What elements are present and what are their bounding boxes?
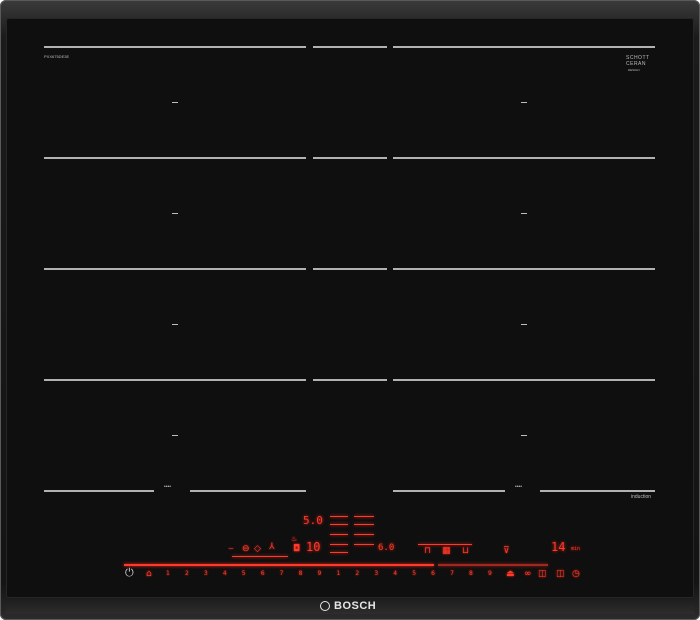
flex-marker-right: •••• [515,484,523,490]
boost-icon[interactable]: ◇ [254,544,261,554]
zone-line-left-1 [44,46,306,48]
slider-level-12[interactable]: 3 [374,570,378,577]
slider-level-16[interactable]: 7 [450,570,454,577]
timer-unit: min [571,546,581,552]
slider-level-4[interactable]: 4 [223,570,227,577]
slider-level-8[interactable]: 8 [299,570,303,577]
grill-icon[interactable]: ▦ [442,546,451,556]
ceramic-glass-surface: PXX675DE3E SCHOTT CERAN DESIGN •••• ••••… [6,18,694,598]
zone-line-left-4 [44,379,306,381]
keep-warm-icon[interactable]: ⊽ [503,546,510,556]
level-bar [330,544,348,545]
slider-level-1[interactable]: 1 [166,570,170,577]
zone-line-left-5a [44,490,154,492]
zone-line-right-1 [393,46,655,48]
slider-level-2[interactable]: 2 [185,570,189,577]
slider-level-3[interactable]: 3 [204,570,208,577]
zone-line-right-5b [540,490,655,492]
zone-center-mark [172,324,178,325]
clock-icon[interactable]: ◷ [572,569,580,579]
slider-level-13[interactable]: 4 [393,570,397,577]
wipe-protect-icon[interactable]: ⏏ [506,569,515,579]
slider-level-15[interactable]: 6 [431,570,435,577]
bosch-logo: BOSCH [320,599,376,613]
glass-brand-line2: CERAN [626,61,647,67]
zone-center-mark [521,324,527,325]
flex-icon[interactable]: ⊖ [242,544,250,554]
zone-line-left-5b [190,490,306,492]
level-bar [354,524,374,525]
middle-power-display: 10 [306,540,321,554]
zone-line-right-5a [393,490,505,492]
slider-level-17[interactable]: 8 [469,570,473,577]
slider-level-7[interactable]: 7 [280,570,284,577]
induction-label: induction [631,494,652,500]
zone-center-mark [521,435,527,436]
zone-line-center-1 [313,46,387,48]
memory-icon[interactable]: ∞ [524,569,532,579]
level-bar [330,516,348,517]
lock-icon[interactable]: ⌂ [146,569,152,579]
zone-line-right-4 [393,379,655,381]
brand-name: BOSCH [334,600,377,612]
glass-brand-sub: DESIGN [628,68,640,72]
zone-center-mark [172,213,178,214]
timer-icon[interactable]: ◘ [293,544,300,554]
zone-center-mark [172,102,178,103]
power-slider-track[interactable] [124,564,434,566]
zone-line-center-4 [313,379,387,381]
timer-display: 14 [551,540,566,554]
level-bar [330,534,348,535]
upper-power-display: 5.0 [303,514,323,527]
heat-icon: ♨ [291,535,298,543]
pan-sensor-icon[interactable]: ⊔ [462,546,469,556]
zone-line-center-2 [313,157,387,159]
level-bar [330,552,348,553]
slider-level-14[interactable]: 5 [412,570,416,577]
option-underline [232,556,288,557]
level-bar [354,544,374,545]
cook-mode-icon[interactable]: ⊓ [424,546,431,556]
option-overline [418,544,472,545]
slider-level-5[interactable]: 5 [242,570,246,577]
zone-line-center-3 [313,268,387,270]
pan-icon[interactable]: ⌣ [228,544,234,554]
slider-level-18[interactable]: 9 [488,570,492,577]
zone-line-left-2 [44,157,306,159]
slider-level-9[interactable]: 9 [318,570,322,577]
power-icon[interactable]: ⏻ [125,566,134,580]
lift-icon[interactable]: ⅄ [269,542,275,552]
zone-center-mark [172,435,178,436]
stopwatch-icon[interactable]: ◫ [556,569,565,579]
zone-line-right-2 [393,157,655,159]
slider-level-6[interactable]: 6 [261,570,265,577]
level-bar [354,516,374,517]
zone-center-mark [521,102,527,103]
slider-level-10[interactable]: 1 [336,570,340,577]
level-bar [330,524,348,525]
zone-line-right-3 [393,268,655,270]
zone-line-left-3 [44,268,306,270]
slider-level-11[interactable]: 2 [355,570,359,577]
flex-marker-left: •••• [164,484,172,490]
right-power-display: 6.0 [378,543,395,553]
zone-center-mark [521,213,527,214]
level-bar [354,534,374,535]
model-code: PXX675DE3E [44,54,70,59]
bosch-armature-icon [320,601,330,611]
power-slider-track-right[interactable] [438,564,548,566]
settings-icon[interactable]: ◫ [538,569,547,579]
